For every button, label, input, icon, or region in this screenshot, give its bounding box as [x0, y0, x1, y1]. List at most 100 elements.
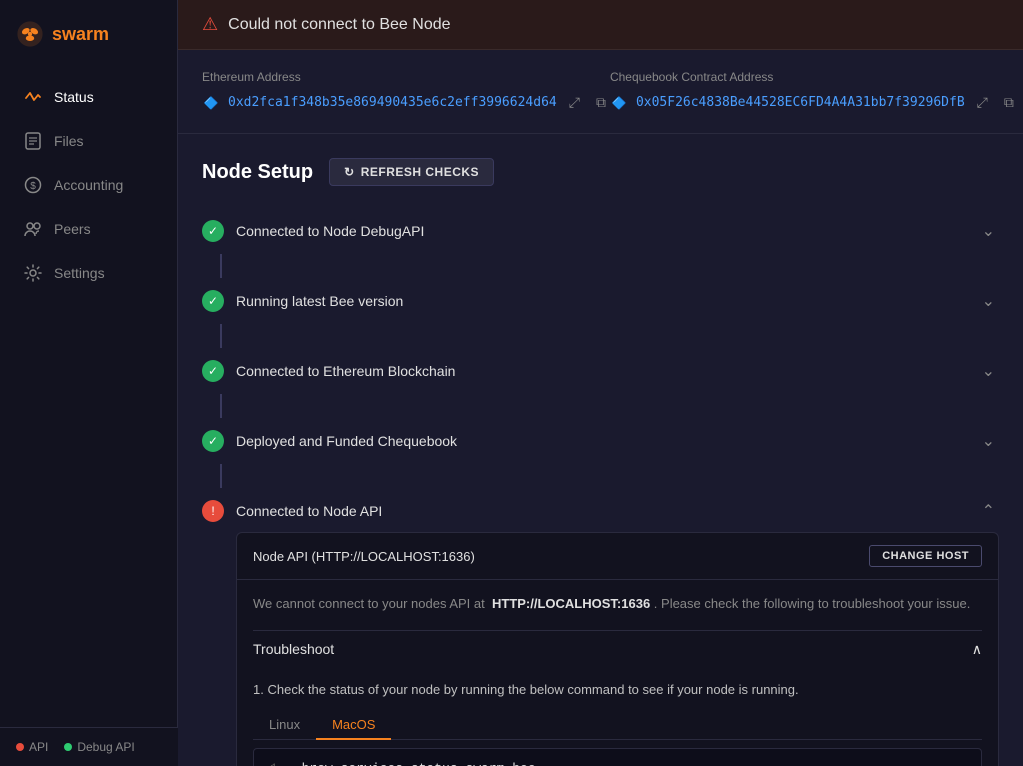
accounting-icon: $	[24, 176, 42, 194]
eth-copy-button[interactable]: ⧉	[592, 92, 610, 113]
svg-text:$: $	[30, 181, 36, 192]
check-toggle-eth-blockchain[interactable]: ⌄	[978, 361, 999, 381]
node-setup-title: Node Setup	[202, 161, 313, 184]
logo-text: swarm	[52, 24, 109, 45]
check-row-eth-blockchain: ✓ Connected to Ethereum Blockchain ⌄	[202, 350, 999, 392]
eth-icon: 🔷	[202, 94, 220, 112]
troubleshoot-body: 1. Check the status of your node by runn…	[253, 668, 982, 766]
eth-address-label: Ethereum Address	[202, 70, 610, 84]
logo: swarm	[0, 0, 177, 68]
sidebar-item-status-label: Status	[54, 89, 94, 105]
connector-line-2	[220, 324, 222, 348]
os-tab-macos[interactable]: MacOS	[316, 711, 391, 740]
check-item-bee-version: ✓ Running latest Bee version ⌄	[202, 280, 999, 350]
error-banner: ⚠ Could not connect to Bee Node	[178, 0, 1023, 50]
node-api-error-panel: Node API (HTTP://LOCALHOST:1636) CHANGE …	[236, 532, 999, 766]
error-panel-header: Node API (HTTP://LOCALHOST:1636) CHANGE …	[237, 533, 998, 580]
check-toggle-bee-version[interactable]: ⌄	[978, 291, 999, 311]
os-tabs: Linux MacOS	[253, 711, 982, 740]
eth-address-link[interactable]: 0xd2fca1f348b35e869490435e6c2eff3996624d…	[228, 95, 557, 110]
error-panel-title: Node API (HTTP://LOCALHOST:1636)	[253, 549, 475, 564]
check-row-debug-api: ✓ Connected to Node DebugAPI ⌄	[202, 210, 999, 252]
chequebook-icon: 🔷	[610, 94, 628, 112]
chequebook-address-block: Chequebook Contract Address 🔷 0x05F26c48…	[610, 70, 1018, 113]
refresh-icon: ↻	[344, 165, 355, 179]
troubleshoot-collapse-icon: ∧	[972, 641, 982, 658]
os-tab-macos-label: MacOS	[332, 717, 375, 732]
code-content: brew services status swarm-bee	[302, 761, 536, 766]
check-row-bee-version: ✓ Running latest Bee version ⌄	[202, 280, 999, 322]
sidebar-item-accounting-label: Accounting	[54, 177, 123, 193]
chequebook-address-link[interactable]: 0x05F26c4838Be44528EC6FD4A4A31bb7f39296D…	[636, 95, 965, 110]
error-msg-suffix: . Please check the following to troubles…	[654, 596, 971, 611]
sidebar-item-accounting[interactable]: $ Accounting	[8, 164, 169, 206]
check-label-bee-version: Running latest Bee version	[236, 293, 966, 309]
sidebar-item-status[interactable]: Status	[8, 76, 169, 118]
node-setup: Node Setup ↻ REFRESH CHECKS ✓ Connected …	[178, 134, 1023, 766]
sidebar: swarm Status Files	[0, 0, 178, 766]
check-label-node-api: Connected to Node API	[236, 503, 966, 519]
step-1-description: Check the status of your node by running…	[267, 682, 798, 697]
eth-expand-button[interactable]: ⤢	[565, 92, 584, 113]
check-toggle-node-api[interactable]: ⌃	[978, 501, 999, 521]
change-host-button[interactable]: CHANGE HOST	[869, 545, 982, 567]
sidebar-item-settings[interactable]: Settings	[8, 252, 169, 294]
chequebook-address-value: 🔷 0x05F26c4838Be44528EC6FD4A4A31bb7f3929…	[610, 92, 1018, 113]
eth-address-block: Ethereum Address 🔷 0xd2fca1f348b35e86949…	[202, 70, 610, 113]
connector-line-1	[220, 254, 222, 278]
check-toggle-debug-api[interactable]: ⌄	[978, 221, 999, 241]
code-line-number: 1	[270, 761, 278, 766]
debug-api-status: Debug API	[64, 740, 134, 754]
debug-api-label: Debug API	[77, 740, 134, 754]
sidebar-item-peers[interactable]: Peers	[8, 208, 169, 250]
check-item-debug-api: ✓ Connected to Node DebugAPI ⌄	[202, 210, 999, 280]
error-msg-host: HTTP://LOCALHOST:1636	[492, 596, 650, 611]
main-content: ⚠ Could not connect to Bee Node Ethereum…	[178, 0, 1023, 766]
check-item-chequebook: ✓ Deployed and Funded Chequebook ⌄	[202, 420, 999, 490]
troubleshoot-header[interactable]: Troubleshoot ∧	[253, 630, 982, 668]
sidebar-nav: Status Files $ Accounting	[0, 68, 177, 302]
refresh-checks-button[interactable]: ↻ REFRESH CHECKS	[329, 158, 494, 186]
check-success-icon-chequebook: ✓	[202, 430, 224, 452]
api-status: API	[16, 740, 48, 754]
eth-address-value: 🔷 0xd2fca1f348b35e869490435e6c2eff399662…	[202, 92, 610, 113]
chequebook-address-label: Chequebook Contract Address	[610, 70, 1018, 84]
chequebook-copy-button[interactable]: ⧉	[1000, 92, 1018, 113]
status-icon	[24, 88, 42, 106]
check-success-icon-eth-blockchain: ✓	[202, 360, 224, 382]
sidebar-item-settings-label: Settings	[54, 265, 105, 281]
refresh-label: REFRESH CHECKS	[361, 165, 479, 179]
check-label-eth-blockchain: Connected to Ethereum Blockchain	[236, 363, 966, 379]
sidebar-item-files[interactable]: Files	[8, 120, 169, 162]
check-row-chequebook: ✓ Deployed and Funded Chequebook ⌄	[202, 420, 999, 462]
node-setup-header: Node Setup ↻ REFRESH CHECKS	[202, 158, 999, 186]
troubleshoot-section: Troubleshoot ∧ 1. Check the status of yo…	[253, 630, 982, 766]
settings-icon	[24, 264, 42, 282]
troubleshoot-label: Troubleshoot	[253, 641, 334, 657]
step-1-number: 1.	[253, 682, 267, 697]
files-icon	[24, 132, 42, 150]
check-item-node-api: ! Connected to Node API ⌃ Node API (HTTP…	[202, 490, 999, 766]
check-list: ✓ Connected to Node DebugAPI ⌄ ✓ Running…	[202, 210, 999, 766]
api-status-dot	[16, 743, 24, 751]
os-tab-linux-label: Linux	[269, 717, 300, 732]
check-success-icon-debug-api: ✓	[202, 220, 224, 242]
error-banner-text: Could not connect to Bee Node	[228, 16, 450, 34]
error-msg-prefix: We cannot connect to your nodes API at	[253, 596, 485, 611]
os-tab-linux[interactable]: Linux	[253, 711, 316, 740]
connector-line-3	[220, 394, 222, 418]
error-panel-body: We cannot connect to your nodes API at H…	[237, 580, 998, 766]
chequebook-expand-button[interactable]: ⤢	[973, 92, 992, 113]
check-label-debug-api: Connected to Node DebugAPI	[236, 223, 966, 239]
address-section: Ethereum Address 🔷 0xd2fca1f348b35e86949…	[178, 50, 1023, 134]
check-success-icon-bee-version: ✓	[202, 290, 224, 312]
sidebar-item-peers-label: Peers	[54, 221, 91, 237]
code-block-step-1: 1 brew services status swarm-bee	[253, 748, 982, 766]
debug-api-status-dot	[64, 743, 72, 751]
error-icon: ⚠	[202, 14, 218, 35]
check-toggle-chequebook[interactable]: ⌄	[978, 431, 999, 451]
sidebar-item-files-label: Files	[54, 133, 84, 149]
check-error-icon-node-api: !	[202, 500, 224, 522]
check-label-chequebook: Deployed and Funded Chequebook	[236, 433, 966, 449]
api-label: API	[29, 740, 48, 754]
